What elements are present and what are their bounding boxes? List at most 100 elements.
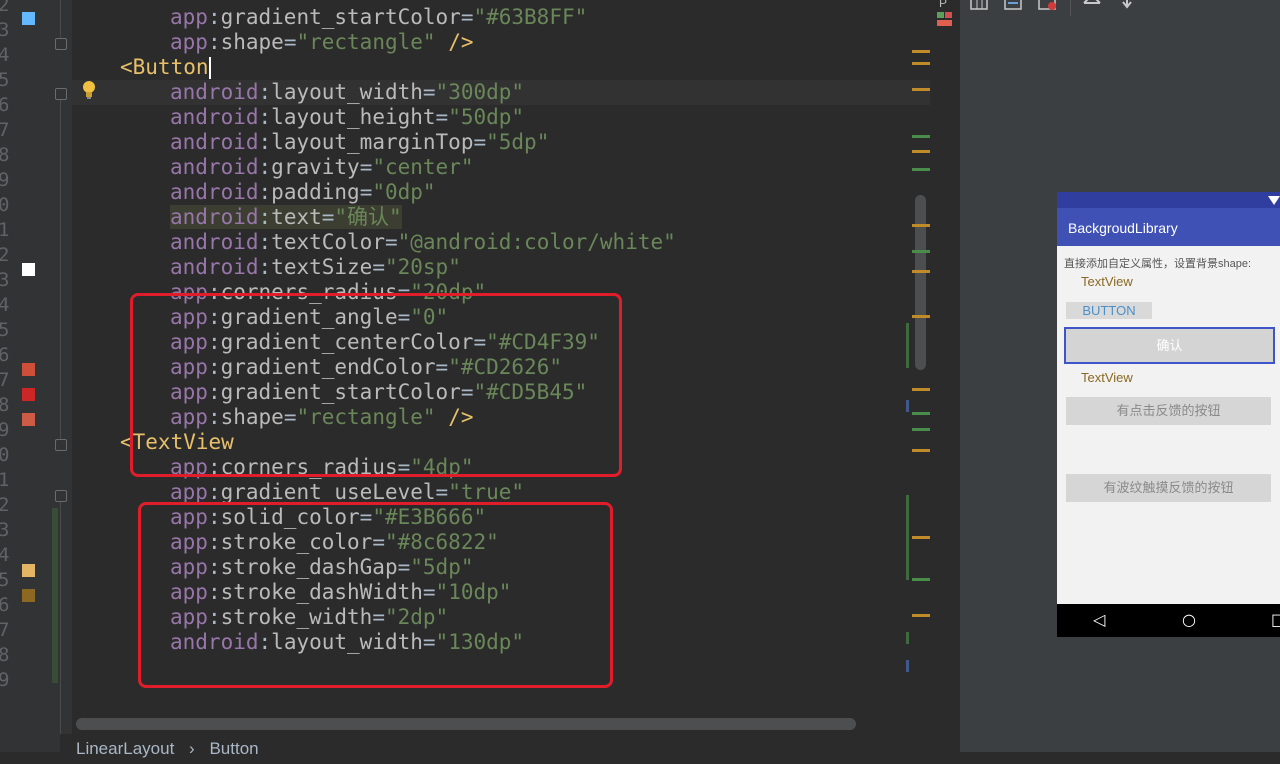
line-number: 8	[0, 144, 10, 166]
stripe-marker[interactable]	[912, 88, 930, 91]
code-attribute: layout_marginTop	[271, 130, 474, 154]
code-tag: <Button	[120, 55, 209, 79]
confirm-button[interactable]: 确认	[1064, 327, 1275, 364]
preview-tab-label: P	[939, 0, 948, 10]
stripe-marker[interactable]	[912, 449, 930, 452]
change-marker	[906, 323, 909, 368]
layout-grid-icon[interactable]	[970, 0, 988, 10]
color-swatch-icon[interactable]	[22, 363, 35, 376]
code-line: android:layout_height="50dp"	[170, 105, 524, 130]
line-number: 0	[0, 444, 10, 466]
stripe-marker[interactable]	[912, 536, 930, 539]
horizontal-scrollbar[interactable]	[76, 718, 856, 730]
highlight-box-textview-attrs	[138, 502, 613, 688]
fold-start-icon[interactable]	[55, 88, 67, 100]
device-preview: BackgroudLibrary 直接添加自定义属性，设置背景shape: Te…	[1057, 192, 1280, 637]
code-namespace: android	[170, 205, 259, 229]
code-colon: :	[258, 155, 272, 179]
preview-button[interactable]: BUTTON	[1066, 302, 1152, 319]
stripe-marker[interactable]	[912, 270, 930, 273]
code-attribute: layout_width	[271, 80, 423, 104]
color-swatch-icon[interactable]	[22, 263, 35, 276]
code-namespace: android	[170, 230, 259, 254]
stripe-marker[interactable]	[912, 135, 930, 138]
arrow-down-icon[interactable]	[1120, 0, 1134, 12]
preview-vertical-tab[interactable]: P	[932, 0, 954, 36]
stripe-marker[interactable]	[912, 150, 930, 153]
lightbulb-icon[interactable]	[80, 80, 98, 100]
code-line: android:layout_width="300dp"	[170, 80, 524, 105]
line-number: 9	[0, 169, 10, 191]
stripe-marker[interactable]	[912, 50, 930, 53]
home-icon[interactable]: ○	[1182, 610, 1196, 629]
code-namespace: android	[170, 130, 259, 154]
stripe-marker[interactable]	[912, 250, 930, 253]
code-colon: :	[258, 255, 272, 279]
fold-guide	[60, 502, 61, 752]
ripple-button[interactable]: 有波纹触摸反馈的按钮	[1066, 474, 1271, 502]
line-number: 4	[0, 294, 10, 316]
fold-start-icon[interactable]	[55, 490, 67, 502]
code-line: android:textColor="@android:color/white"	[170, 230, 676, 255]
stripe-marker[interactable]	[912, 62, 930, 65]
code-line: android:gravity="center"	[170, 155, 474, 180]
code-attribute: textSize	[271, 255, 373, 279]
code-colon: :	[207, 480, 221, 504]
stripe-marker[interactable]	[912, 412, 930, 415]
code-equals: =	[321, 205, 335, 229]
vertical-scrollbar[interactable]	[915, 195, 926, 370]
color-swatch-icon[interactable]	[22, 589, 35, 602]
vcs-added-lines-marker	[52, 508, 58, 683]
code-line: app:shape="rectangle" />	[170, 30, 473, 55]
line-number: 1	[0, 469, 10, 491]
line-number: 5	[0, 69, 10, 91]
code-equals: =	[460, 5, 474, 29]
error-layout-icon[interactable]	[1038, 0, 1058, 10]
breadcrumb-item-linearlayout[interactable]: LinearLayout	[76, 739, 174, 758]
wifi-icon	[1268, 193, 1280, 205]
code-namespace: android	[170, 80, 259, 104]
stripe-marker[interactable]	[912, 315, 930, 318]
editor-gutter: 2 3 4 5 6 7 8 9 0 1 2 3 4 5 6 7 8 9 0 1 2 3 4 5 6 7 8 9	[0, 0, 72, 752]
stripe-marker[interactable]	[912, 614, 930, 617]
code-tail: />	[435, 30, 474, 54]
code-line: app:gradient_startColor="#63B8FF"	[170, 5, 587, 30]
recent-apps-icon[interactable]: □	[1271, 610, 1280, 629]
fold-guide	[60, 0, 61, 38]
back-icon[interactable]: ◁	[1093, 610, 1105, 629]
code-value: "20sp"	[384, 255, 461, 279]
line-number: 8	[0, 394, 10, 416]
fold-end-icon[interactable]	[55, 439, 67, 451]
code-equals: =	[372, 255, 385, 279]
color-swatch-icon[interactable]	[22, 12, 35, 25]
line-number: 7	[0, 619, 10, 641]
line-number: 7	[0, 369, 10, 391]
code-equals: =	[384, 230, 398, 254]
code-attribute: text	[271, 205, 322, 229]
code-line: android:textSize="20sp"	[170, 255, 461, 280]
code-namespace: android	[170, 155, 259, 179]
code-value: "rectangle"	[296, 30, 436, 54]
text-caret	[208, 57, 211, 79]
code-line: android:layout_marginTop="5dp"	[170, 130, 549, 155]
code-value: "#63B8FF"	[473, 5, 588, 29]
color-swatch-icon[interactable]	[22, 413, 35, 426]
stripe-marker[interactable]	[912, 224, 930, 227]
breadcrumb-item-button[interactable]: Button	[209, 739, 258, 758]
stripe-marker[interactable]	[912, 578, 930, 581]
feedback-button[interactable]: 有点击反馈的按钮	[1066, 397, 1271, 425]
code-colon: :	[258, 180, 272, 204]
stripe-marker[interactable]	[912, 168, 930, 171]
code-attribute: gradient_startColor	[220, 5, 461, 29]
fold-end-icon[interactable]	[55, 38, 67, 50]
stripe-marker[interactable]	[912, 428, 930, 431]
code-attribute: textColor	[271, 230, 385, 254]
stripe-marker[interactable]	[912, 388, 930, 391]
code-colon: :	[258, 80, 272, 104]
code-equals: =	[359, 180, 373, 204]
swap-horizontal-icon[interactable]	[1082, 0, 1102, 10]
navigation-bar: ◁ ○ □	[1057, 604, 1280, 637]
color-swatch-icon[interactable]	[22, 388, 35, 401]
color-swatch-icon[interactable]	[22, 564, 35, 577]
edit-layout-icon[interactable]	[1004, 0, 1022, 10]
